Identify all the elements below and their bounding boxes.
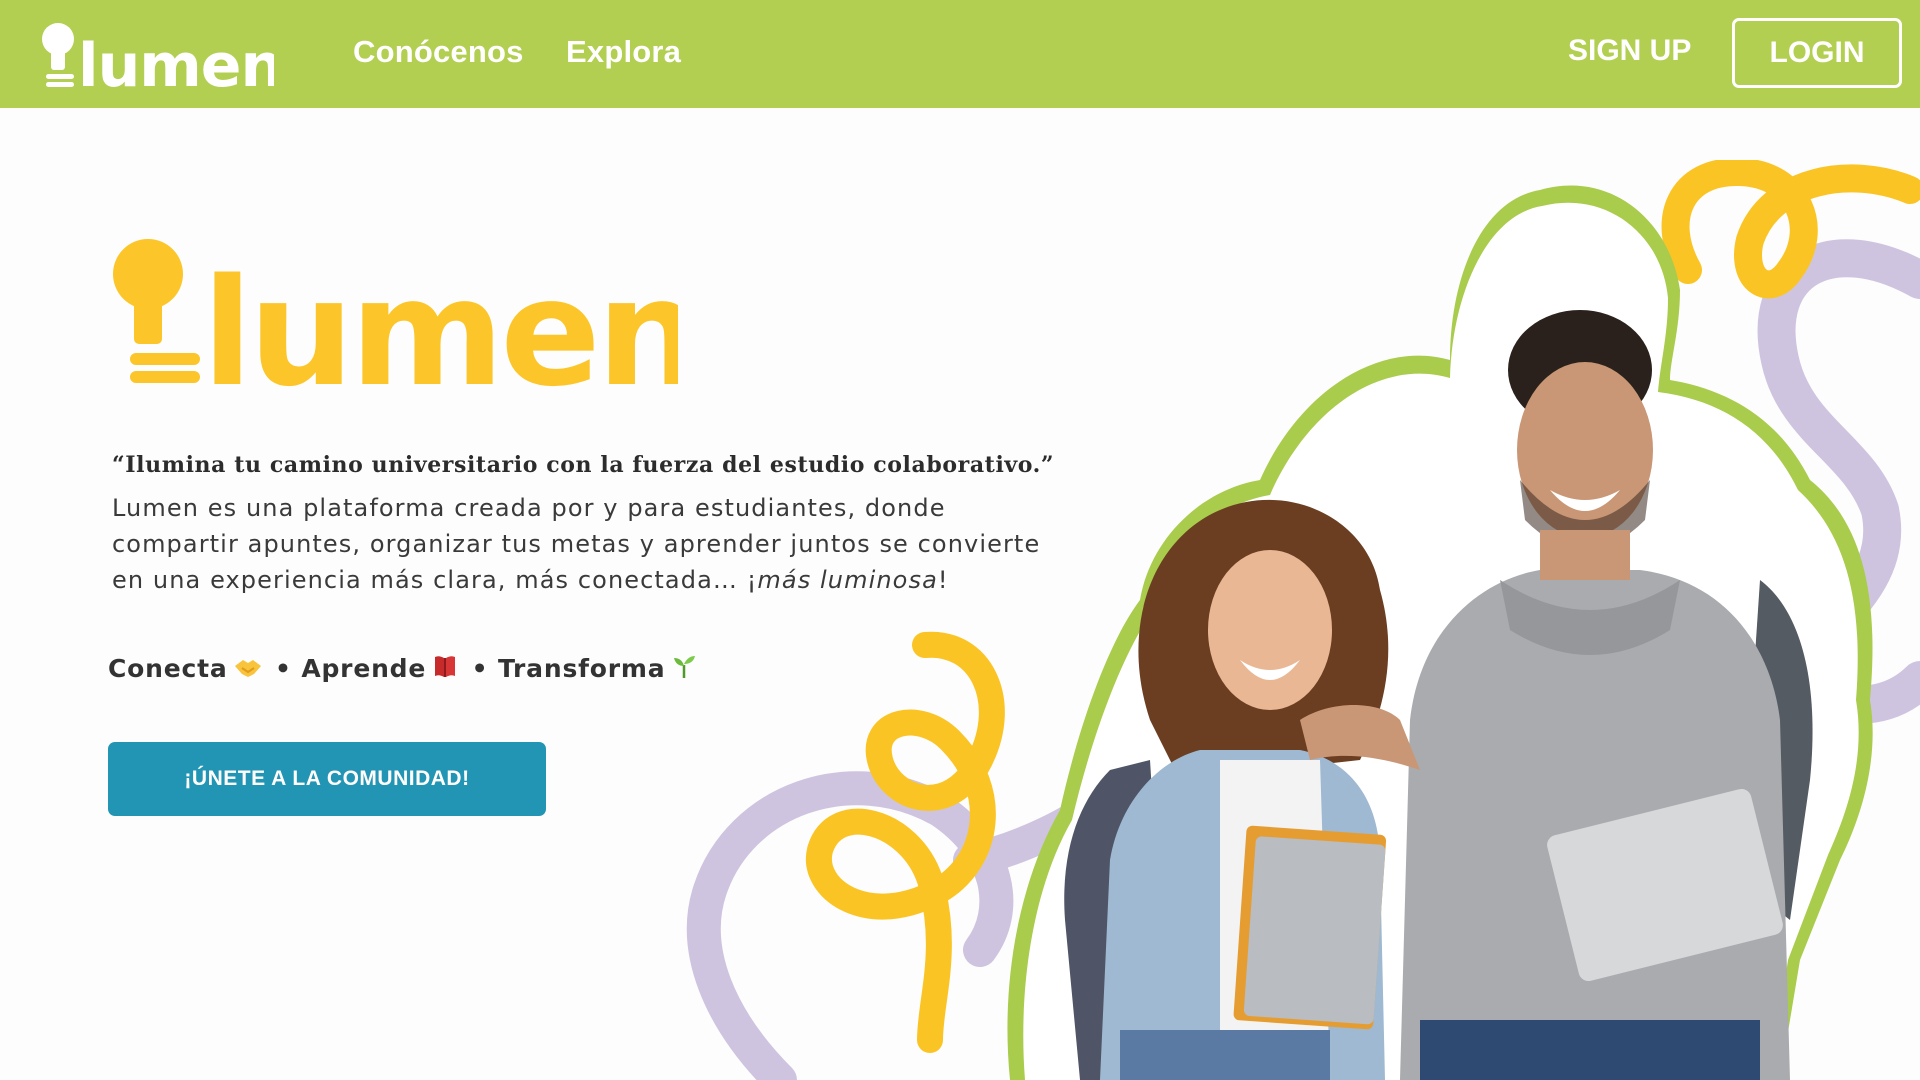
top-navbar: lumen Conócenos Explora SIGN UP LOGIN [0,0,1920,108]
woman-face [1208,550,1332,710]
man-jeans [1420,1020,1760,1080]
man-neck [1540,530,1630,580]
handshake-icon [234,656,262,685]
tagline-conecta: Conecta [108,654,228,683]
gray-notebook [1243,836,1386,1025]
hero-illustration [686,160,1920,1080]
join-community-button[interactable]: ¡ÚNETE A LA COMUNIDAD! [108,742,546,816]
signup-link[interactable]: SIGN UP [1568,34,1691,68]
yellow-squiggle-bottom [805,631,1005,1053]
woman-jeans [1120,1030,1330,1080]
nav-link-conocenos[interactable]: Conócenos [353,34,524,70]
tagline-separator-1: • [275,654,292,683]
login-button[interactable]: LOGIN [1732,18,1902,88]
nav-link-explora[interactable]: Explora [566,34,681,70]
hero-lumen-logo: lumen [113,239,678,390]
students-photo [1007,185,1873,1080]
hero-tagline: Conecta • Aprende • Transforma [108,653,701,685]
hero-logo-wordmark: lumen [202,247,678,390]
tagline-separator-2: • [471,654,489,683]
tagline-transforma: Transforma [497,654,666,683]
tagline-aprende: Aprende [301,654,427,683]
lumen-logo[interactable]: lumen [38,22,274,88]
logo-wordmark: lumen [78,31,274,88]
description-line-3-text: en una experiencia más clara, más conect… [112,566,758,594]
book-icon [432,653,458,685]
